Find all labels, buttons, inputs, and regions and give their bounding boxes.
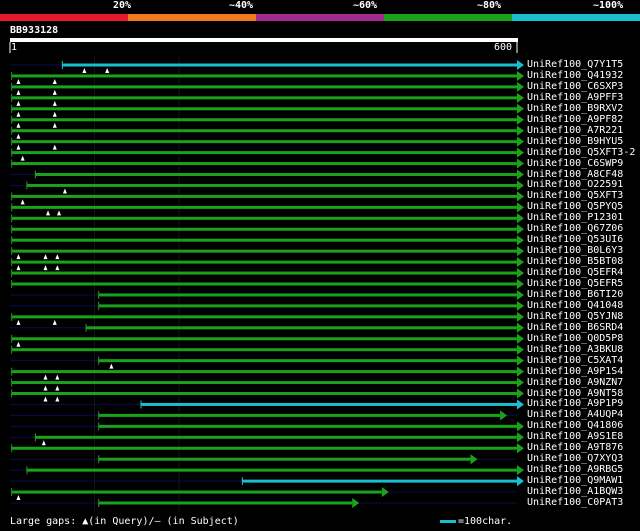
ruler-start: 1 <box>11 42 18 53</box>
hit-link-uniref100-a9rbg5[interactable]: UniRef100_A9RBG5 <box>527 464 623 475</box>
hit-link-uniref100-q41932[interactable]: UniRef100_Q41932 <box>527 70 623 81</box>
hit-link-uniref100-b6ti20[interactable]: UniRef100_B6TI20 <box>527 289 623 300</box>
hit-link-uniref100-q5efr5[interactable]: UniRef100_Q5EFR5 <box>527 278 623 289</box>
hit-link-uniref100-q53ui6[interactable]: UniRef100_Q53UI6 <box>527 234 623 245</box>
hit-link-uniref100-q67z06[interactable]: UniRef100_Q67Z06 <box>527 223 623 234</box>
hit-link-uniref100-c0pat3[interactable]: UniRef100_C0PAT3 <box>527 497 623 508</box>
hit-link-uniref100-a9pff3[interactable]: UniRef100_A9PFF3 <box>527 92 623 103</box>
hit-link-uniref100-b6srd4[interactable]: UniRef100_B6SRD4 <box>527 322 623 333</box>
hit-link-uniref100-q41048[interactable]: UniRef100_Q41048 <box>527 300 623 311</box>
hit-link-uniref100-a9nt58[interactable]: UniRef100_A9NT58 <box>527 388 623 399</box>
hit-link-uniref100-q9maw1[interactable]: UniRef100_Q9MAW1 <box>527 475 623 486</box>
scale-legend-swatch <box>440 519 456 523</box>
scale-label-60: ~60% <box>353 0 378 11</box>
hit-link-uniref100-q7xyq3[interactable]: UniRef100_Q7XYQ3 <box>527 453 623 464</box>
hit-link-uniref100-a7r221[interactable]: UniRef100_A7R221 <box>527 125 623 136</box>
hit-link-uniref100-b0l6y3[interactable]: UniRef100_B0L6Y3 <box>527 245 623 256</box>
ruler-end: 600 <box>494 42 513 53</box>
hit-link-uniref100-a4uqp4[interactable]: UniRef100_A4UQP4 <box>527 409 623 420</box>
hit-link-uniref100-b5bt08[interactable]: UniRef100_B5BT08 <box>527 256 623 267</box>
gap-legend: Large gaps: ▲(in Query)/– (in Subject) <box>10 516 239 527</box>
hit-link-uniref100-a3bku8[interactable]: UniRef100_A3BKU8 <box>527 344 623 355</box>
scale-label-100: ~100% <box>593 0 624 11</box>
hit-link-uniref100-q7y1t5[interactable]: UniRef100_Q7Y1T5 <box>527 59 623 70</box>
hit-link-uniref100-a9s1e8[interactable]: UniRef100_A9S1E8 <box>527 431 623 442</box>
scale-label-40: ~40% <box>229 0 254 11</box>
scale-label-80: ~80% <box>477 0 502 11</box>
hit-link-uniref100-b9rxv2[interactable]: UniRef100_B9RXV2 <box>527 103 623 114</box>
hit-link-uniref100-q0d5p8[interactable]: UniRef100_Q0D5P8 <box>527 333 623 344</box>
hit-link-uniref100-q5xft3-2[interactable]: UniRef100_Q5XFT3-2 <box>527 147 635 158</box>
hit-link-uniref100-a9t876[interactable]: UniRef100_A9T876 <box>527 442 623 453</box>
hit-link-uniref100-a9pf82[interactable]: UniRef100_A9PF82 <box>527 114 623 125</box>
hit-link-uniref100-c5xat4[interactable]: UniRef100_C5XAT4 <box>527 355 623 366</box>
hit-link-uniref100-q5pyq5[interactable]: UniRef100_Q5PYQ5 <box>527 201 623 212</box>
hit-link-uniref100-q41806[interactable]: UniRef100_Q41806 <box>527 420 623 431</box>
hit-link-uniref100-a9p1s4[interactable]: UniRef100_A9P1S4 <box>527 366 623 377</box>
hit-link-uniref100-q5xft3[interactable]: UniRef100_Q5XFT3 <box>527 190 623 201</box>
hit-link-uniref100-a8cf48[interactable]: UniRef100_A8CF48 <box>527 169 623 180</box>
hit-link-uniref100-q5yjn8[interactable]: UniRef100_Q5YJN8 <box>527 311 623 322</box>
hit-link-uniref100-c6sxp3[interactable]: UniRef100_C6SXP3 <box>527 81 623 92</box>
scale-label-20: 20% <box>113 0 132 11</box>
labels-layer: 20% ~40% ~60% ~80% ~100% BB933128 1 600 … <box>0 0 640 531</box>
hit-link-uniref100-o22591[interactable]: UniRef100_O22591 <box>527 179 623 190</box>
hit-link-uniref100-a9p1p9[interactable]: UniRef100_A9P1P9 <box>527 398 623 409</box>
scale-legend: =100char. <box>440 516 512 527</box>
hit-link-uniref100-c6swp9[interactable]: UniRef100_C6SWP9 <box>527 158 623 169</box>
hit-link-uniref100-a1bqw3[interactable]: UniRef100_A1BQW3 <box>527 486 623 497</box>
scale-legend-text: =100char. <box>458 516 513 527</box>
hit-link-uniref100-a9nzn7[interactable]: UniRef100_A9NZN7 <box>527 377 623 388</box>
hit-link-uniref100-q5efr4[interactable]: UniRef100_Q5EFR4 <box>527 267 623 278</box>
hit-link-uniref100-b9hyu5[interactable]: UniRef100_B9HYU5 <box>527 136 623 147</box>
query-id: BB933128 <box>10 25 59 36</box>
hit-link-uniref100-p12301[interactable]: UniRef100_P12301 <box>527 212 623 223</box>
